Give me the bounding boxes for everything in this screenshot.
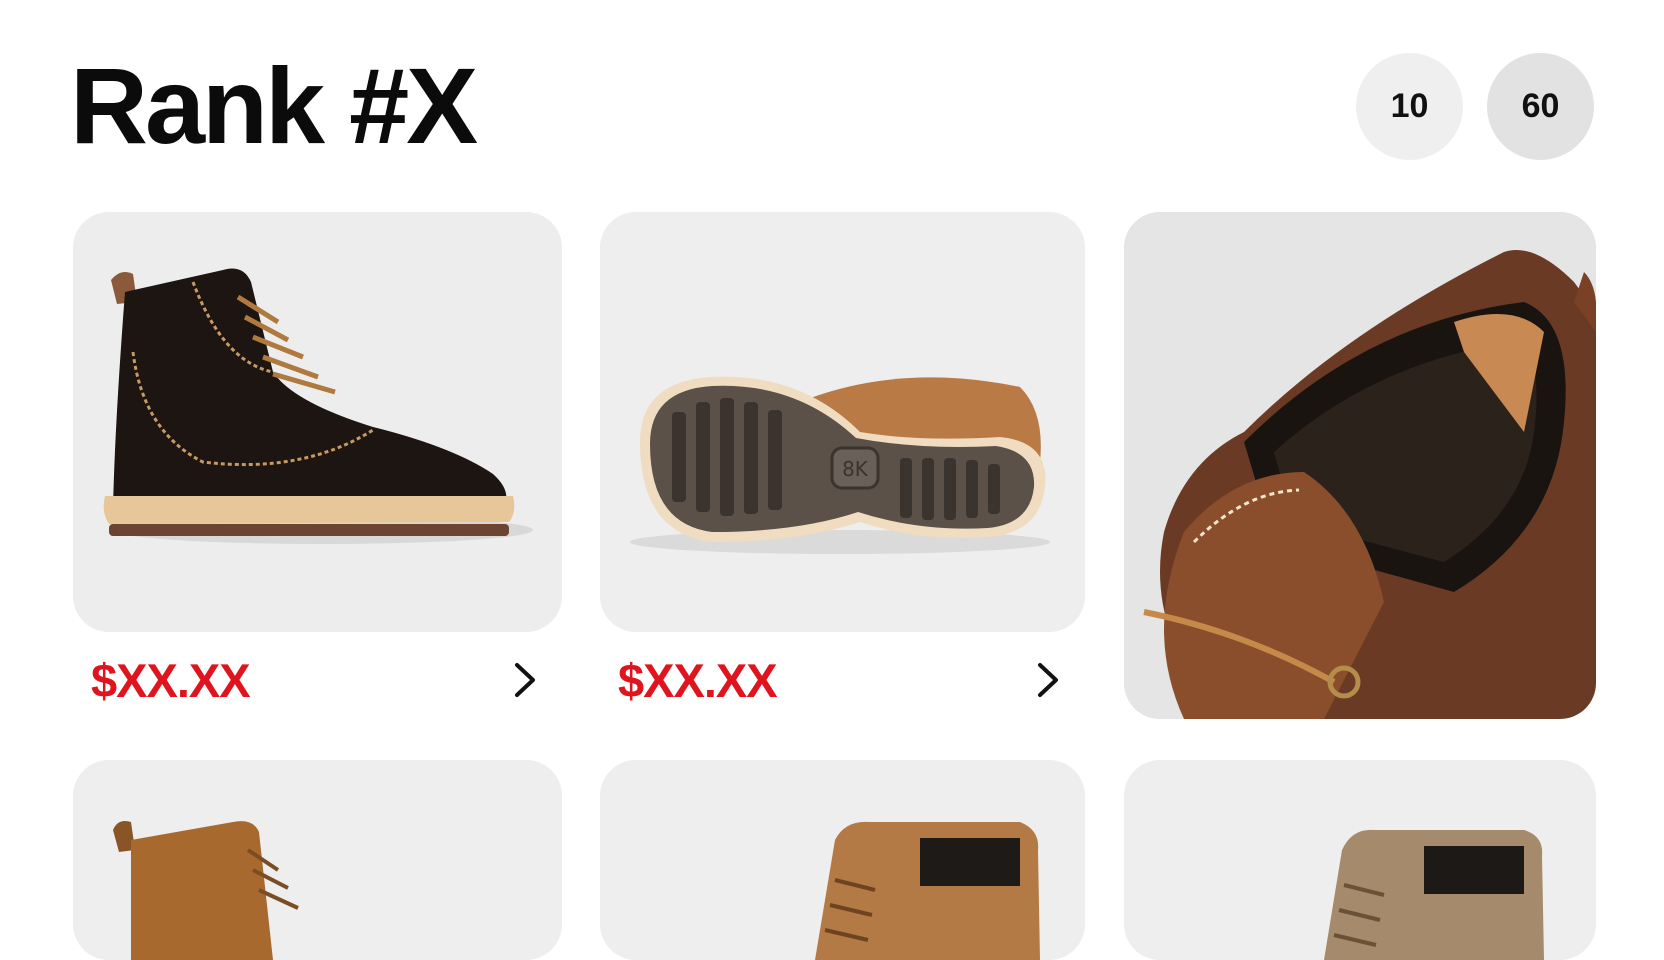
chevron-right-icon[interactable] (1035, 661, 1061, 699)
count-60-label: 60 (1521, 87, 1560, 125)
count-60-button[interactable]: 60 (1487, 53, 1594, 160)
product-price: $XX.XX (618, 654, 778, 707)
product-image-boot-closeup[interactable] (1124, 212, 1596, 719)
chevron-right-icon[interactable] (512, 661, 538, 699)
product-image-black-boot[interactable] (73, 212, 562, 632)
sole-logo: 8K (842, 457, 869, 481)
product-image-outsole[interactable]: 8K (600, 212, 1085, 632)
count-10-label: 10 (1390, 87, 1429, 125)
product-image-taupe-boot[interactable] (1124, 760, 1596, 960)
product-image-tan-boot[interactable] (73, 760, 562, 960)
count-10-button[interactable]: 10 (1356, 53, 1463, 160)
product-price: $XX.XX (91, 654, 251, 707)
product-image-brown-boot[interactable] (600, 760, 1085, 960)
page-title: Rank #X (70, 45, 478, 166)
